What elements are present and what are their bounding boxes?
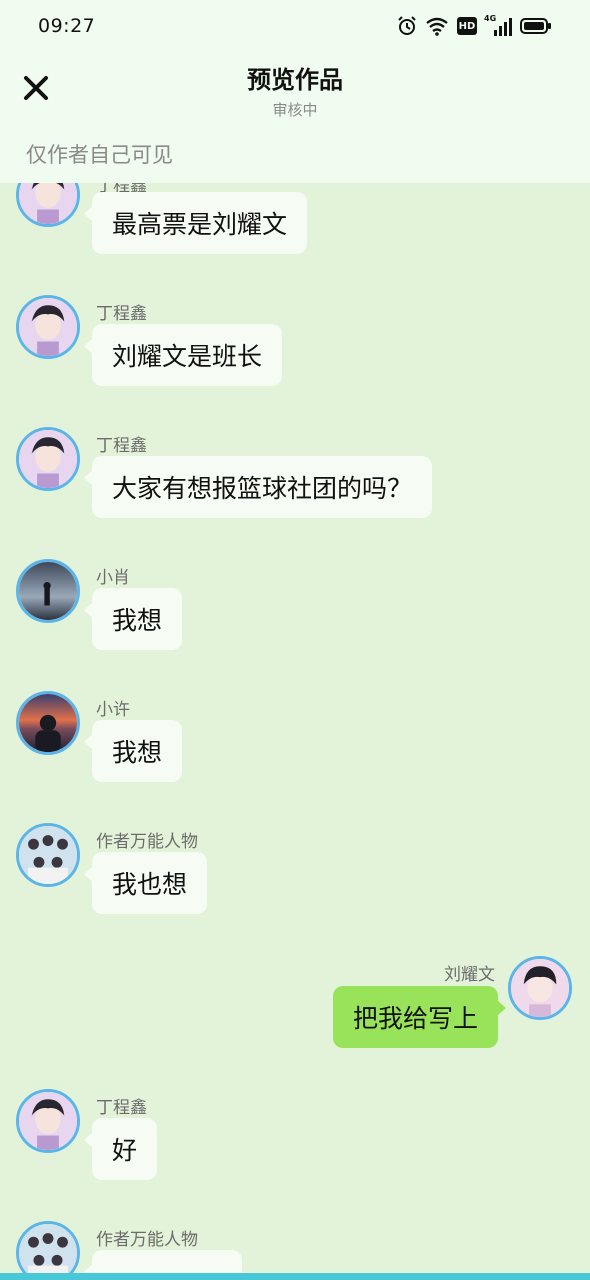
title-group: 预览作品 审核中 <box>0 60 590 120</box>
avatar-xiaoxiao[interactable] <box>16 559 80 623</box>
sender-name: 作者万能人物 <box>96 1230 198 1250</box>
chat-area[interactable]: 丁程鑫 最高票是刘耀文 丁程鑫 刘耀文是班长 丁程鑫 大家有想报篮球社团的吗？ … <box>0 0 590 1280</box>
avatar-group[interactable] <box>16 823 80 887</box>
network-label: 4G <box>484 14 497 23</box>
avatar-group[interactable] <box>16 1221 80 1280</box>
wifi-icon <box>425 16 449 36</box>
message-bubble[interactable]: 大家有想报篮球社团的吗？ <box>83 456 433 518</box>
avatar-dcx[interactable] <box>16 1089 80 1153</box>
sender-name: 丁程鑫 <box>96 436 147 456</box>
battery-icon <box>520 17 552 35</box>
sender-name: 刘耀文 <box>444 965 495 985</box>
avatar-dcx[interactable] <box>16 295 80 359</box>
status-bar: 09:27 HD 4G <box>0 0 590 52</box>
sender-name: 丁程鑫 <box>96 1098 147 1118</box>
visibility-note: 仅作者自己可见 <box>26 143 173 167</box>
hd-label: HD <box>458 20 476 32</box>
message-bubble[interactable]: 我也想 <box>83 852 208 914</box>
bottom-accent-bar <box>0 1273 590 1280</box>
alarm-icon <box>397 16 417 36</box>
status-time: 09:27 <box>38 15 96 37</box>
message-bubble[interactable]: 我想 <box>83 720 183 782</box>
page-header: 预览作品 审核中 <box>0 52 590 132</box>
top-header: 09:27 HD 4G 预览作品 审核中 仅作者自己可见 <box>0 0 590 183</box>
avatar-lyw[interactable] <box>508 956 572 1020</box>
4g-signal-icon: 4G <box>484 14 512 36</box>
sender-name: 小许 <box>96 700 130 720</box>
sender-name: 作者万能人物 <box>96 832 198 852</box>
status-icons: HD 4G <box>397 14 552 36</box>
avatar-xiaoxu[interactable] <box>16 691 80 755</box>
review-status: 审核中 <box>272 101 318 119</box>
hd-icon: HD <box>457 17 477 35</box>
message-bubble[interactable]: 刘耀文是班长 <box>83 324 283 386</box>
page-title: 预览作品 <box>247 66 343 94</box>
message-bubble[interactable]: 把我给写上 <box>332 986 507 1048</box>
sender-name: 小肖 <box>96 568 130 588</box>
message-bubble[interactable]: 我想 <box>83 588 183 650</box>
sender-name: 丁程鑫 <box>96 304 147 324</box>
message-bubble[interactable]: 好 <box>83 1118 158 1180</box>
avatar-dcx[interactable] <box>16 427 80 491</box>
message-bubble[interactable]: 最高票是刘耀文 <box>83 192 308 254</box>
